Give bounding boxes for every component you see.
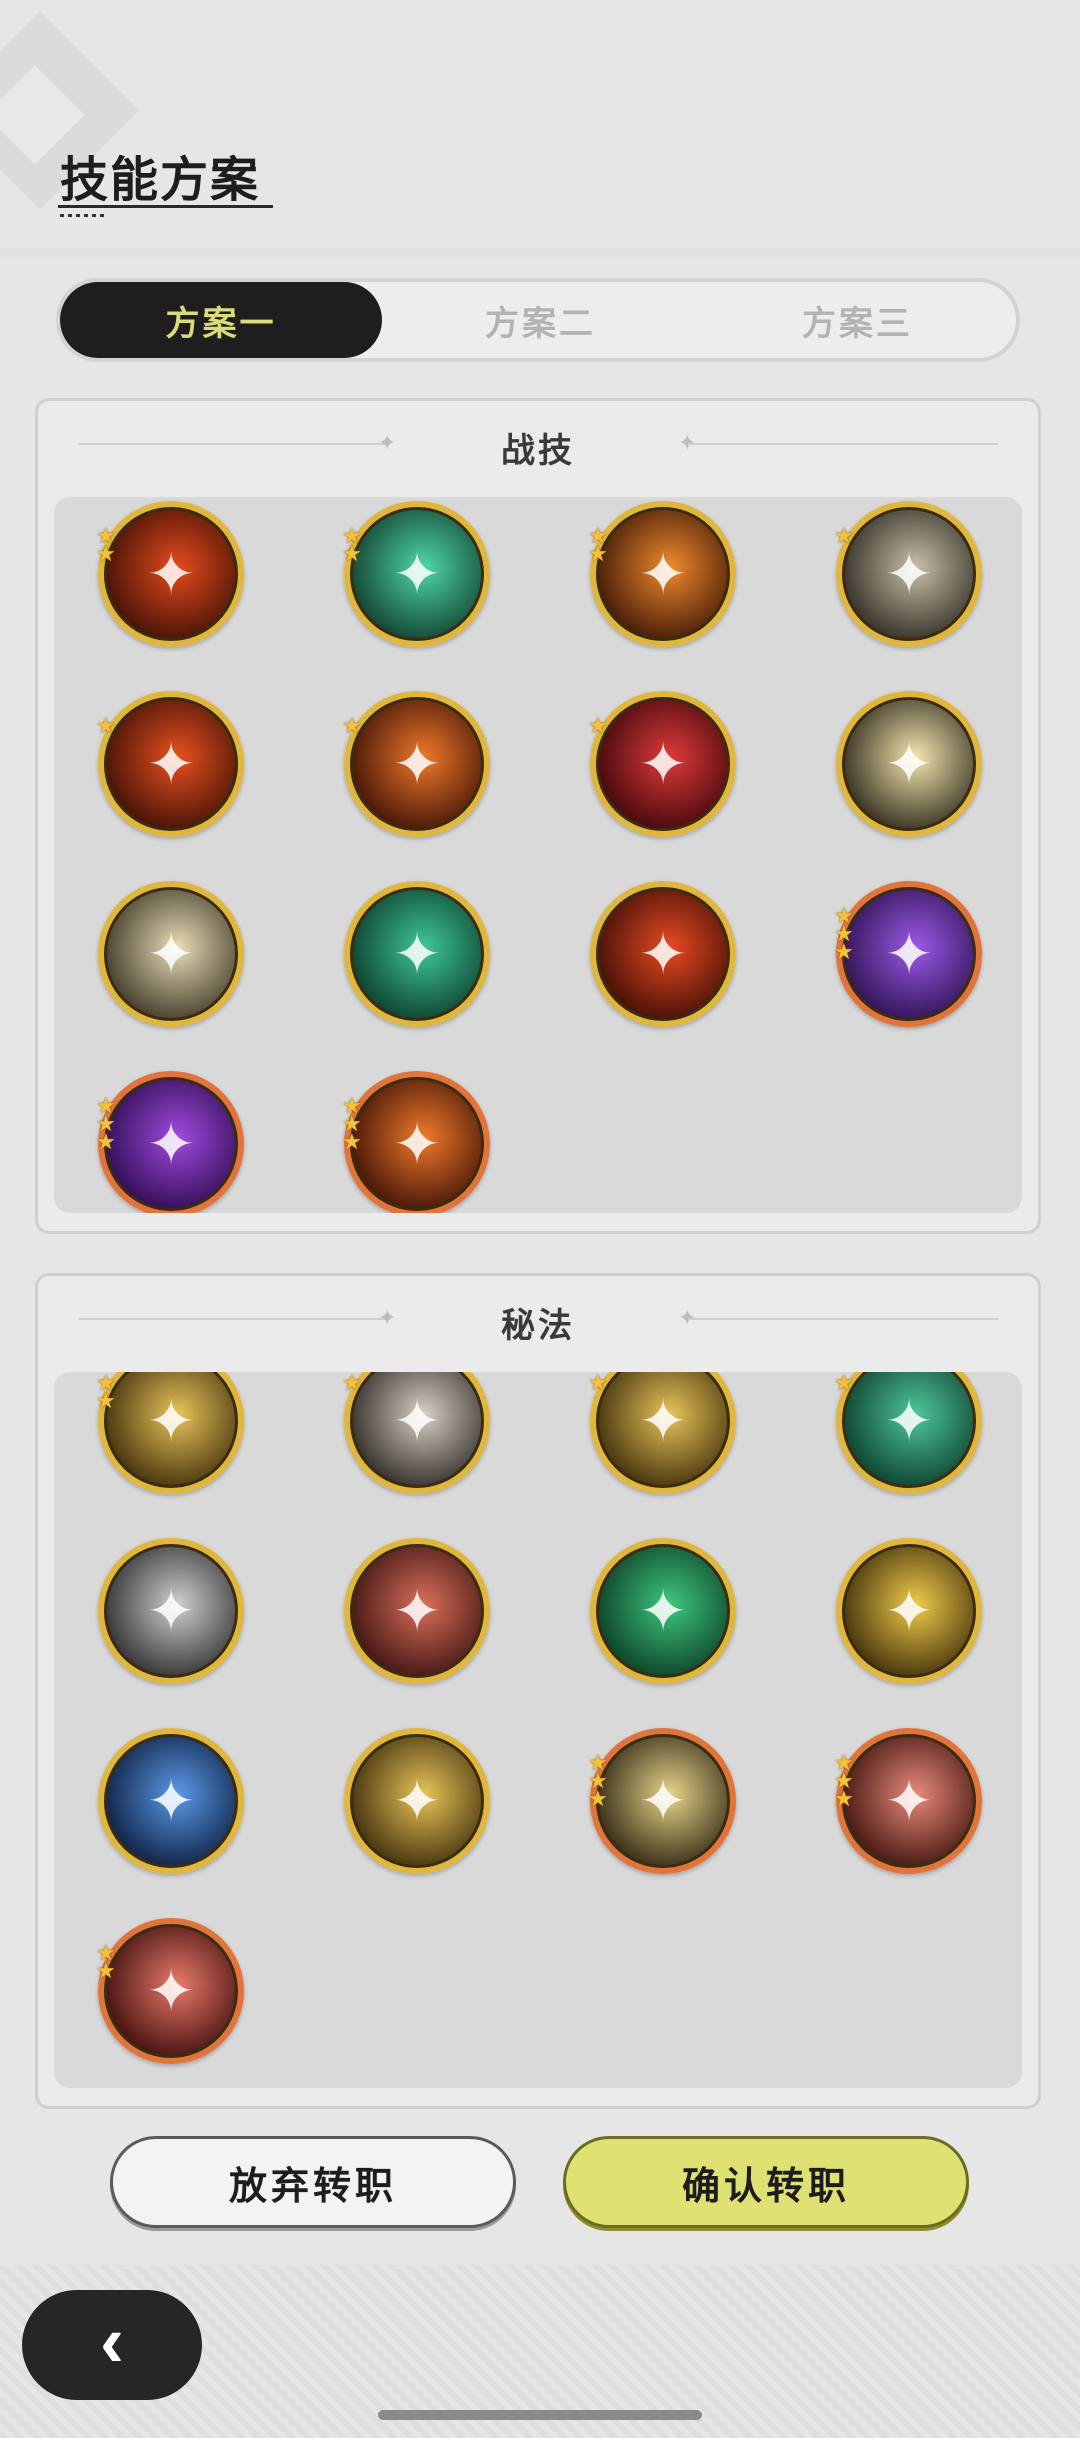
rarity-stars-icon: ★ <box>588 713 608 738</box>
rarity-stars-icon: ★ ★ ★ <box>588 1750 608 1811</box>
rarity-stars-icon: ★ <box>588 1372 608 1395</box>
skill-emblem: ✦ <box>884 1389 934 1454</box>
rarity-stars-icon: ★ <box>834 523 854 548</box>
secret-arts-title: 秘法 <box>501 1307 575 1345</box>
skill-emblem: ✦ <box>638 922 688 987</box>
violet-rose-skill-icon[interactable]: ✦ ★ ★ ★ <box>834 881 982 1027</box>
fire-slash-skill-icon[interactable]: ✦ ★ ★ <box>96 501 244 647</box>
title-underline <box>58 205 273 208</box>
fire-sigil-skill-icon[interactable]: ✦ ★ <box>342 691 490 837</box>
skill-emblem: ✦ <box>392 1769 442 1834</box>
golden-target-skill-icon[interactable]: ✦ ★ <box>588 1372 736 1494</box>
skill-emblem: ✦ <box>638 542 688 607</box>
fire-strike-skill-icon[interactable]: ✦ <box>590 881 736 1027</box>
skill-emblem: ✦ <box>884 732 934 797</box>
shadow-demon-skill-icon[interactable]: ✦ ★ ★ ★ <box>96 1071 244 1213</box>
fire-swirl-skill-icon[interactable]: ✦ ★ <box>96 691 244 837</box>
jade-crystal-skill-icon[interactable]: ✦ <box>590 1538 736 1684</box>
azure-emblem-skill-icon[interactable]: ✦ <box>98 1728 244 1874</box>
rarity-stars-icon: ★ ★ <box>342 523 362 566</box>
skill-emblem: ✦ <box>884 922 934 987</box>
silver-shield-skill-icon[interactable]: ✦ <box>98 1538 244 1684</box>
home-indicator <box>378 2410 702 2420</box>
title-dots <box>60 214 106 217</box>
light-burst-skill-icon[interactable]: ✦ <box>836 691 982 837</box>
skill-emblem: ✦ <box>638 1579 688 1644</box>
rarity-stars-icon: ★ ★ <box>96 1372 116 1413</box>
skill-emblem: ✦ <box>884 1769 934 1834</box>
crimson-armor-skill-icon[interactable]: ✦ <box>344 1538 490 1684</box>
golden-figure-skill-icon[interactable]: ✦ <box>344 1728 490 1874</box>
panel-header-line-right <box>688 1318 998 1320</box>
page-title: 技能方案 <box>60 154 261 207</box>
skill-emblem: ✦ <box>146 732 196 797</box>
battle-skill-grid: ✦ ★ ★ ✦ ★ ★ ✦ ★ ★ ✦ ★ ✦ ★ ✦ ★ ✦ ★ ✦ ✦ ✦ ✦ ✦ ★ ★ ★ ✦ ★ ★ ★ ✦ ★ ★ ★ <box>54 497 1022 1213</box>
rarity-stars-icon: ★ ★ ★ <box>96 1093 116 1154</box>
crimson-hero-skill-icon[interactable]: ✦ ★ <box>588 691 736 837</box>
tab-plan-2[interactable]: 方案二 <box>382 282 699 358</box>
skill-emblem: ✦ <box>884 1579 934 1644</box>
battle-skills-panel: ✦ 战技 ✦ ✦★★✦★★✦★★✦★✦★✦★✦★✦✦✦✦✦★★★✦★★★✦★★★ <box>35 398 1041 1234</box>
skill-emblem: ✦ <box>392 922 442 987</box>
back-button[interactable]: ‹ <box>22 2290 202 2400</box>
skill-emblem: ✦ <box>146 1959 196 2024</box>
sand-vortex-skill-icon[interactable]: ✦ <box>98 881 244 1027</box>
confirm-class-change-button[interactable]: 确认转职 <box>563 2136 969 2228</box>
golden-eye-skill-icon[interactable]: ✦ ★ ★ ★ <box>588 1728 736 1874</box>
skill-emblem: ✦ <box>146 1579 196 1644</box>
plan-tabs: 方案一 方案二 方案三 <box>56 278 1020 362</box>
skill-emblem: ✦ <box>392 1579 442 1644</box>
emerald-vortex-skill-icon[interactable]: ✦ <box>344 881 490 1027</box>
skill-emblem: ✦ <box>884 542 934 607</box>
abandon-class-change-button[interactable]: 放弃转职 <box>110 2136 516 2228</box>
inferno-figure-skill-icon[interactable]: ✦ ★ ★ ★ <box>342 1071 490 1213</box>
skill-emblem: ✦ <box>638 732 688 797</box>
skill-emblem: ✦ <box>146 1112 196 1177</box>
panel-header-line-right <box>688 443 998 445</box>
rarity-stars-icon: ★ ★ ★ <box>342 1093 362 1154</box>
skill-emblem: ✦ <box>146 922 196 987</box>
chevron-left-icon: ‹ <box>100 2302 124 2382</box>
rarity-stars-icon: ★ <box>342 1372 362 1395</box>
rarity-stars-icon: ★ ★ <box>96 523 116 566</box>
rose-bloom-skill-icon[interactable]: ✦ ★ ★ ★ <box>834 1728 982 1874</box>
skill-emblem: ✦ <box>638 1769 688 1834</box>
rarity-stars-icon: ★ ★ ★ <box>834 1750 854 1811</box>
skill-emblem: ✦ <box>146 542 196 607</box>
secret-skill-grid: ✦ ★ ★ ✦ ★ ✦ ★ ✦ ★ ✦ ✦ ✦ ✦ ✦ ✦ ✦ ★ ★ ★ ✦ ★ ★ ★ ✦ ★ ★ <box>54 1372 1022 2088</box>
rarity-stars-icon: ★ <box>342 713 362 738</box>
crimson-crescent-skill-icon[interactable]: ✦ ★ ★ <box>96 1918 244 2064</box>
golden-heal-skill-icon[interactable]: ✦ ★ ★ <box>96 1372 244 1494</box>
skill-emblem: ✦ <box>392 1389 442 1454</box>
secret-arts-panel: ✦ 秘法 ✦ ✦★★✦★✦★✦★✦✦✦✦✦✦✦★★★✦★★★✦★★ <box>35 1273 1041 2109</box>
skill-emblem: ✦ <box>392 1112 442 1177</box>
tab-plan-1[interactable]: 方案一 <box>60 282 382 358</box>
flame-burst-skill-icon[interactable]: ✦ ★ ★ <box>588 501 736 647</box>
skill-emblem: ✦ <box>638 1389 688 1454</box>
skill-emblem: ✦ <box>146 1769 196 1834</box>
stone-shard-skill-icon[interactable]: ✦ ★ <box>342 1372 490 1494</box>
rarity-stars-icon: ★ ★ <box>588 523 608 566</box>
header-divider <box>0 248 1080 262</box>
rarity-stars-icon: ★ ★ ★ <box>834 903 854 964</box>
battle-skills-title: 战技 <box>501 432 575 470</box>
skill-emblem: ✦ <box>392 732 442 797</box>
skill-emblem: ✦ <box>392 542 442 607</box>
rarity-stars-icon: ★ <box>96 713 116 738</box>
jade-sword-skill-icon[interactable]: ✦ ★ ★ <box>342 501 490 647</box>
rarity-stars-icon: ★ <box>834 1372 854 1395</box>
skill-emblem: ✦ <box>146 1389 196 1454</box>
golden-spirit-skill-icon[interactable]: ✦ <box>836 1538 982 1684</box>
whirlwind-skill-icon[interactable]: ✦ ★ <box>834 501 982 647</box>
tab-plan-3[interactable]: 方案三 <box>699 282 1016 358</box>
green-heart-skill-icon[interactable]: ✦ ★ <box>834 1372 982 1494</box>
rarity-stars-icon: ★ ★ <box>96 1940 116 1983</box>
